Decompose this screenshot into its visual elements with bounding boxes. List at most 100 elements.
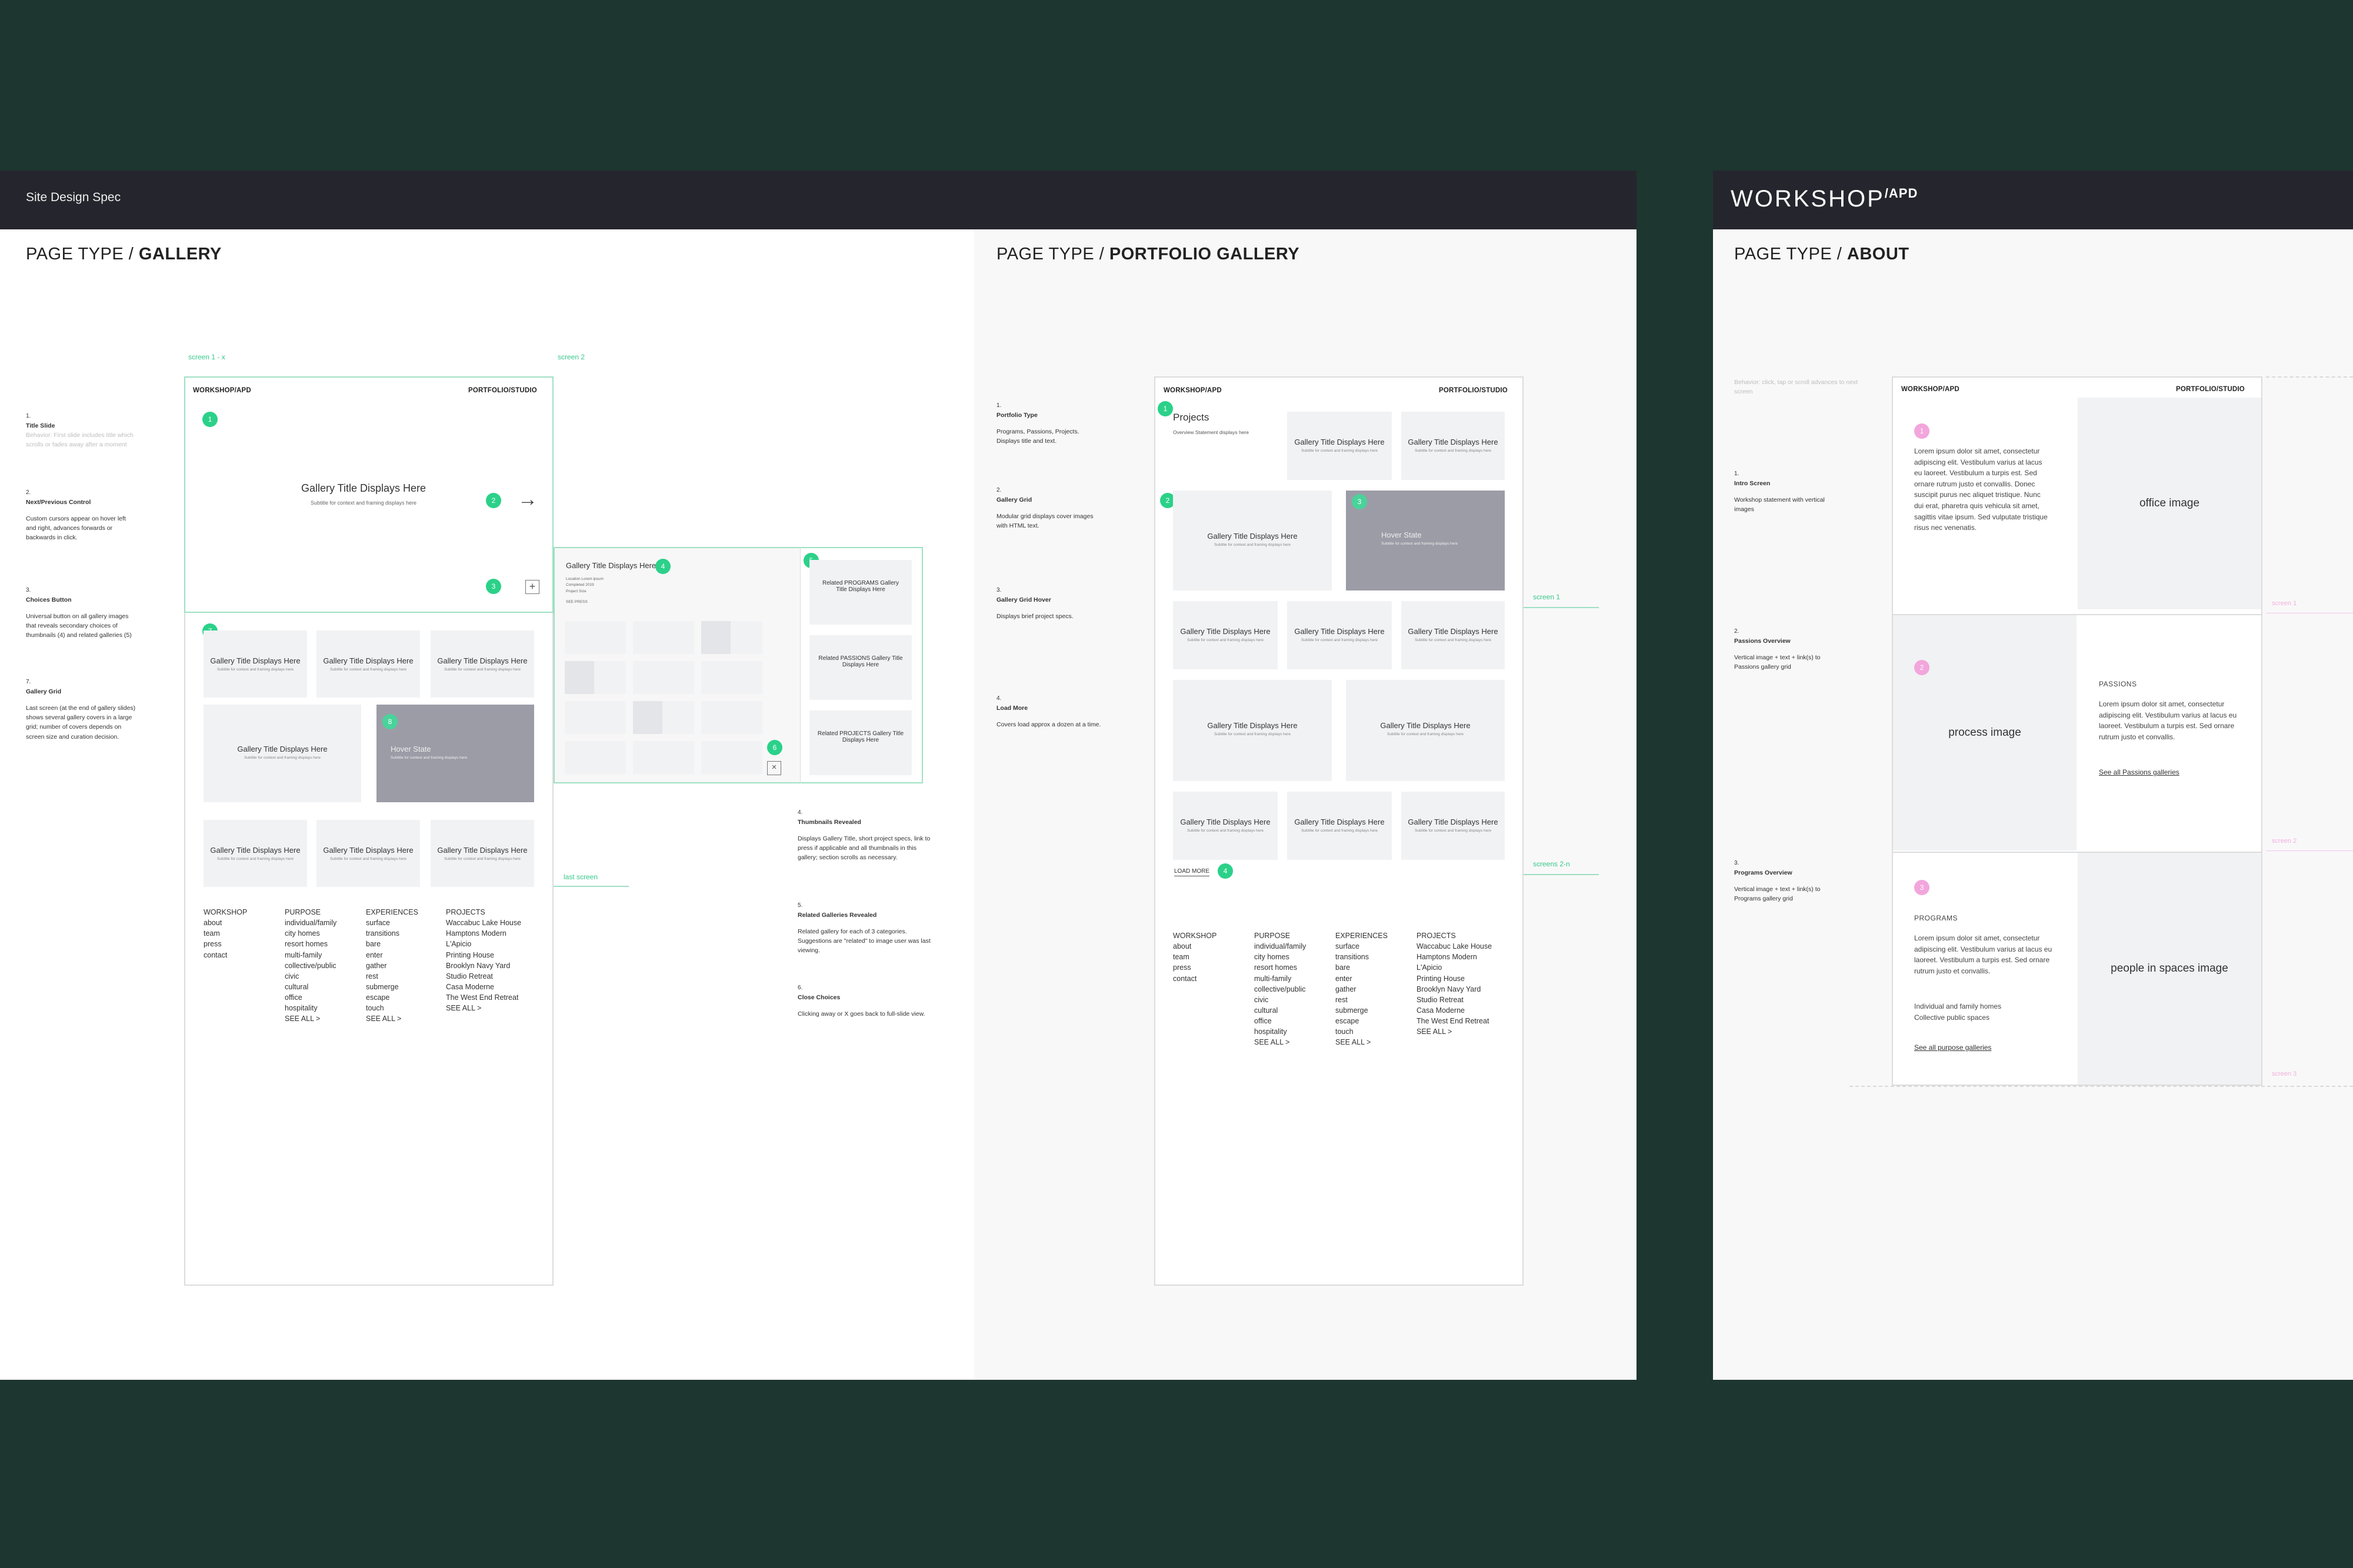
footer-link[interactable]: touch (366, 1003, 418, 1013)
portfolio-tile[interactable]: Gallery Title Displays Here Subtitle for … (1173, 792, 1278, 860)
footer-link[interactable]: escape (1335, 1016, 1388, 1026)
footer-link[interactable]: Casa Moderne (1417, 1005, 1492, 1016)
footer-link[interactable]: gather (366, 960, 418, 971)
footer-link[interactable]: contact (1173, 973, 1217, 984)
footer-link[interactable]: L'Apicio (446, 939, 521, 949)
gallery-tile[interactable]: Gallery Title Displays Here Subtitle for … (431, 630, 534, 698)
footer-see-all[interactable]: SEE ALL > (1335, 1037, 1388, 1047)
footer-link[interactable]: L'Apicio (1417, 962, 1492, 973)
footer-link[interactable]: hospitality (285, 1003, 336, 1013)
footer-link[interactable]: Hamptons Modern (1417, 952, 1492, 962)
footer-link[interactable]: city homes (1254, 952, 1306, 962)
footer-link[interactable]: collective/public (1254, 984, 1306, 995)
thumb[interactable] (701, 741, 762, 774)
footer-link[interactable]: transitions (1335, 952, 1388, 962)
footer-link[interactable]: gather (1335, 984, 1388, 995)
footer-link[interactable]: Studio Retreat (1417, 995, 1492, 1005)
footer-link[interactable]: civic (1254, 995, 1306, 1005)
portfolio-tile[interactable]: Gallery Title Displays Here Subtitle for … (1401, 412, 1505, 480)
footer-link[interactable]: team (204, 928, 247, 939)
footer-link[interactable]: resort homes (1254, 962, 1306, 973)
footer-see-all[interactable]: SEE ALL > (1254, 1037, 1306, 1047)
footer-link[interactable]: civic (285, 971, 336, 982)
footer-link[interactable]: rest (366, 971, 418, 982)
footer-link[interactable]: Casa Moderne (446, 982, 521, 992)
footer-link[interactable]: contact (204, 950, 247, 960)
portfolio-tile[interactable]: Gallery Title Displays Here Subtitle for … (1287, 792, 1392, 860)
gallery-tile[interactable]: Gallery Title Displays Here Subtitle for … (431, 820, 534, 887)
footer-link[interactable]: Brooklyn Navy Yard (446, 960, 521, 971)
thumb[interactable] (633, 621, 694, 654)
footer-link[interactable]: press (204, 939, 247, 949)
footer-see-all[interactable]: SEE ALL > (446, 1003, 521, 1013)
footer-link[interactable]: team (1173, 952, 1217, 962)
portfolio-tile[interactable]: Gallery Title Displays Here Subtitle for … (1346, 680, 1505, 781)
load-more-button[interactable]: LOAD MORE (1174, 868, 1210, 876)
portfolio-tile[interactable]: Gallery Title Displays Here Subtitle for … (1173, 680, 1332, 781)
footer-link[interactable]: The West End Retreat (1417, 1016, 1492, 1026)
close-x-button[interactable]: × (767, 761, 781, 775)
footer-link[interactable]: touch (1335, 1026, 1388, 1037)
portfolio-tile[interactable]: Gallery Title Displays Here Subtitle for … (1401, 601, 1505, 669)
footer-link[interactable]: bare (366, 939, 418, 949)
portfolio-tile[interactable]: Gallery Title Displays Here Subtitle for … (1401, 792, 1505, 860)
thumb[interactable] (633, 661, 694, 694)
footer-link[interactable]: Printing House (446, 950, 521, 960)
footer-link[interactable]: transitions (366, 928, 418, 939)
related-projects-tile[interactable]: Related PROJECTS Gallery Title Displays … (809, 710, 912, 775)
footer-link[interactable]: about (1173, 941, 1217, 952)
footer-link[interactable]: resort homes (285, 939, 336, 949)
footer-link[interactable]: Waccabuc Lake House (1417, 941, 1492, 952)
footer-see-all[interactable]: SEE ALL > (1417, 1026, 1492, 1037)
portfolio-tile[interactable]: Gallery Title Displays Here Subtitle for … (1173, 601, 1278, 669)
footer-link[interactable]: Studio Retreat (446, 971, 521, 982)
footer-link[interactable]: escape (366, 992, 418, 1003)
footer-link[interactable]: Brooklyn Navy Yard (1417, 984, 1492, 995)
footer-link[interactable]: office (1254, 1016, 1306, 1026)
footer-see-all[interactable]: SEE ALL > (366, 1013, 418, 1024)
related-programs-tile[interactable]: Related PROGRAMS Gallery Title Displays … (809, 560, 912, 625)
footer-link[interactable]: surface (366, 918, 418, 928)
thumb[interactable] (701, 701, 762, 734)
footer-link[interactable]: individual/family (1254, 941, 1306, 952)
choices-plus-button[interactable]: + (525, 580, 539, 594)
footer-link[interactable]: bare (1335, 962, 1388, 973)
gallery-tile[interactable]: Gallery Title Displays Here Subtitle for … (316, 820, 420, 887)
footer-link[interactable]: Printing House (1417, 973, 1492, 984)
portfolio-tile-hover[interactable]: Hover State Subtitle for context and fram… (1346, 491, 1505, 590)
thumb[interactable] (565, 621, 626, 654)
thumb[interactable] (565, 701, 626, 734)
footer-link[interactable]: submerge (1335, 1005, 1388, 1016)
footer-link[interactable]: individual/family (285, 918, 336, 928)
related-passions-tile[interactable]: Related PASSIONS Gallery Title Displays … (809, 635, 912, 700)
footer-link[interactable]: cultural (285, 982, 336, 992)
gallery-tile[interactable]: Gallery Title Displays Here Subtitle for … (204, 820, 307, 887)
passions-link[interactable]: See all Passions galleries (2099, 768, 2179, 776)
footer-link[interactable]: press (1173, 962, 1217, 973)
see-press-link[interactable]: SEE PRESS (566, 599, 604, 605)
footer-link[interactable]: Hamptons Modern (446, 928, 521, 939)
footer-link[interactable]: enter (1335, 973, 1388, 984)
footer-link[interactable]: The West End Retreat (446, 992, 521, 1003)
footer-link[interactable]: rest (1335, 995, 1388, 1005)
footer-see-all[interactable]: SEE ALL > (285, 1013, 336, 1024)
footer-link[interactable]: about (204, 918, 247, 928)
footer-link[interactable]: office (285, 992, 336, 1003)
thumb[interactable] (633, 741, 694, 774)
footer-link[interactable]: multi-family (1254, 973, 1306, 984)
portfolio-tile[interactable]: Gallery Title Displays Here Subtitle for … (1287, 412, 1392, 480)
portfolio-tile[interactable]: Gallery Title Displays Here Subtitle for … (1287, 601, 1392, 669)
footer-link[interactable]: Waccabuc Lake House (446, 918, 521, 928)
footer-link[interactable]: enter (366, 950, 418, 960)
footer-link[interactable]: city homes (285, 928, 336, 939)
gallery-tile[interactable]: Gallery Title Displays Here Subtitle for … (204, 630, 307, 698)
footer-link[interactable]: cultural (1254, 1005, 1306, 1016)
footer-link[interactable]: submerge (366, 982, 418, 992)
gallery-tile[interactable]: Gallery Title Displays Here Subtitle for … (204, 705, 361, 802)
programs-link[interactable]: See all purpose galleries (1914, 1043, 1991, 1052)
gallery-tile[interactable]: Gallery Title Displays Here Subtitle for … (316, 630, 420, 698)
gallery-tile-hover[interactable]: Hover State Subtitle for context and fram… (376, 705, 534, 802)
footer-link[interactable]: collective/public (285, 960, 336, 971)
thumb[interactable] (701, 661, 762, 694)
portfolio-tile[interactable]: Gallery Title Displays Here Subtitle for … (1173, 491, 1332, 590)
